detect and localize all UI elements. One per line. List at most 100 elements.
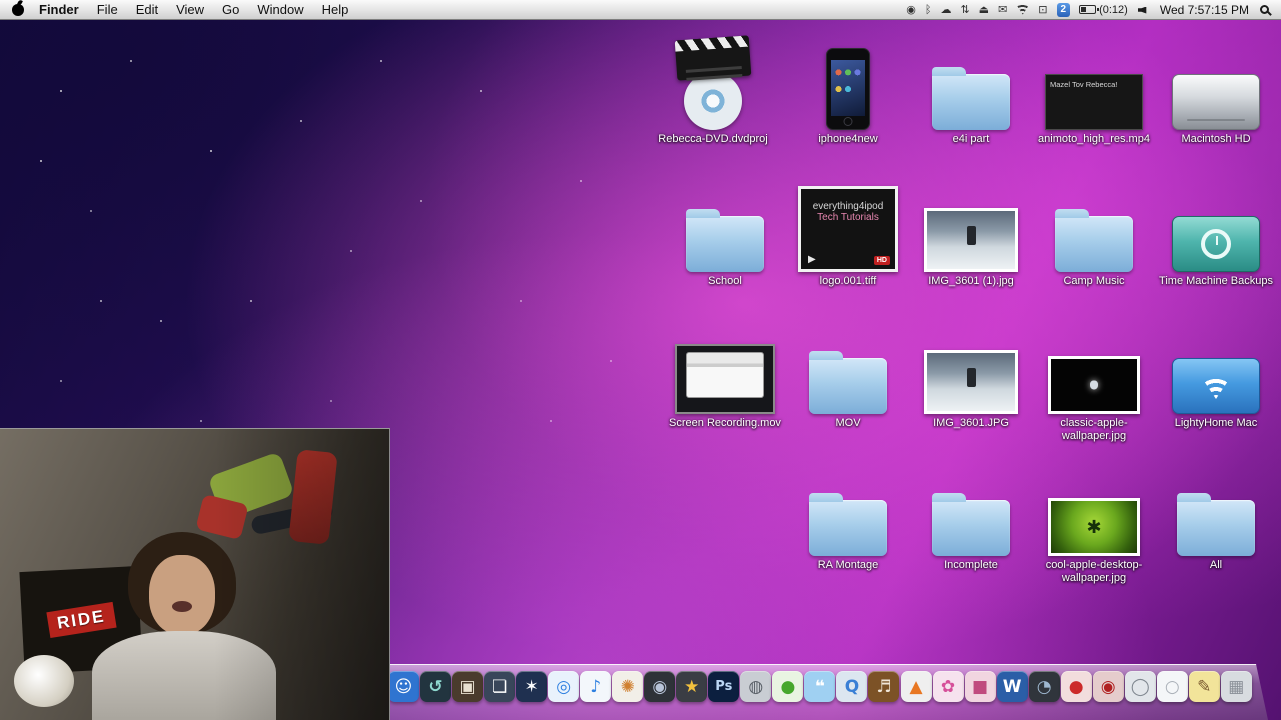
dock-imovie-icon[interactable]: ★ <box>676 671 707 702</box>
dock-notepad-icon[interactable]: ✎ <box>1189 671 1220 702</box>
desktop-icon-all[interactable]: All <box>1156 456 1276 572</box>
desktop-icon-animoto-mp4[interactable]: Mazel Tov Rebecca! animoto_high_res.mp4 <box>1034 30 1154 146</box>
volume-icon[interactable] <box>1137 4 1149 16</box>
dock-limewire-icon[interactable]: ● <box>772 671 803 702</box>
menu-window[interactable]: Window <box>248 2 312 17</box>
status-icon-list: ◉ ᛒ ☁ ⇅ ⏏ ✉ ⊡ <box>906 0 1047 20</box>
dock-icon-list: ☺↺▣❏✶◎♪✺◉★Ps◍●❝Q♬▲✿■W◔●◉◯○✎▦ <box>388 671 1252 702</box>
menu-bar-status-area: ◉ ᛒ ☁ ⇅ ⏏ ✉ ⊡ 2 (0:12) Wed 7:57:15 PM <box>906 0 1273 20</box>
icon-label: IMG_3601.JPG <box>911 417 1031 430</box>
desktop-icon-camp-music[interactable]: Camp Music <box>1034 172 1154 288</box>
dock-time-machine-icon[interactable]: ↺ <box>420 671 451 702</box>
dock-word-icon[interactable]: W <box>997 671 1028 702</box>
folder-icon <box>932 500 1010 556</box>
dock-garageband-icon[interactable]: ♬ <box>868 671 899 702</box>
folder-icon <box>809 500 887 556</box>
video-thumbnail-icon: Mazel Tov Rebecca! <box>1045 74 1143 130</box>
menu-bar: Finder FileEditViewGoWindowHelp ◉ ᛒ ☁ ⇅ ⏏ ✉ ⊡ … <box>0 0 1281 20</box>
desktop-icon-time-machine-backups[interactable]: Time Machine Backups <box>1156 172 1276 288</box>
video-camera-icon[interactable]: ◉ <box>906 0 916 20</box>
dock-star-app-icon[interactable]: ✶ <box>516 671 547 702</box>
apple-menu-icon[interactable] <box>12 4 24 16</box>
dock-red-disc-app-icon[interactable]: ◉ <box>1093 671 1124 702</box>
menu-list: FileEditViewGoWindowHelp <box>88 0 358 20</box>
desktop-icon-classic-apple-wallpaper[interactable]: classic-apple- wallpaper.jpg <box>1034 314 1154 443</box>
menu-file[interactable]: File <box>88 2 127 17</box>
icon-label-line2: wallpaper.jpg <box>1034 572 1154 585</box>
icon-label: classic-apple- wallpaper.jpg <box>1034 417 1154 443</box>
dock-ichat-icon[interactable]: ❝ <box>804 671 835 702</box>
eject-icon[interactable]: ⏏ <box>979 0 989 20</box>
logo-thumbnail-icon: everything4ipod Tech Tutorials ▶ HD <box>798 186 898 272</box>
folder-icon <box>686 216 764 272</box>
folder-icon <box>809 358 887 414</box>
icon-label: MOV <box>788 417 908 430</box>
icon-label: All <box>1156 559 1276 572</box>
dock-preview-icon[interactable]: ❏ <box>484 671 515 702</box>
webcam-shadow <box>0 429 389 720</box>
desktop-icon-logo-tiff[interactable]: everything4ipod Tech Tutorials ▶ HD logo… <box>788 172 908 288</box>
menu-go[interactable]: Go <box>213 2 248 17</box>
cloud-icon[interactable]: ☁ <box>940 0 951 20</box>
icon-label: LightyHome Mac <box>1156 417 1276 430</box>
desktop-icon-cool-apple-wallpaper[interactable]: ✱ cool-apple-desktop- wallpaper.jpg <box>1034 456 1154 585</box>
desktop-icon-img3601-1[interactable]: IMG_3601 (1).jpg <box>911 172 1031 288</box>
dock-white-ball-app-icon[interactable]: ○ <box>1157 671 1188 702</box>
icon-label-line1: cool-apple-desktop- <box>1034 559 1154 572</box>
desktop-icon-incomplete[interactable]: Incomplete <box>911 456 1031 572</box>
status-badge[interactable]: 2 <box>1057 3 1071 17</box>
dock-itunes-icon[interactable]: ♪ <box>580 671 611 702</box>
desktop-icon-iphone4new[interactable]: iphone4new <box>788 30 908 146</box>
iphone-icon <box>826 48 870 130</box>
menu-help[interactable]: Help <box>313 2 358 17</box>
photo-thumbnail-icon <box>924 350 1018 414</box>
icon-label: iphone4new <box>788 133 908 146</box>
bluetooth-icon[interactable]: ᛒ <box>925 0 932 20</box>
folder-icon <box>1055 216 1133 272</box>
dock-color-wheel-icon[interactable]: ✺ <box>612 671 643 702</box>
desktop-icon-school[interactable]: School <box>665 172 785 288</box>
battery-time: (0:12) <box>1099 4 1128 16</box>
gear-icon: ✱ <box>1086 517 1101 538</box>
desktop-icon-screen-recording[interactable]: Screen Recording.mov <box>665 314 785 430</box>
menu-view[interactable]: View <box>167 2 213 17</box>
dock-idvd-icon[interactable]: ◉ <box>644 671 675 702</box>
dock-gray-sphere-app-icon[interactable]: ◯ <box>1125 671 1156 702</box>
menu-edit[interactable]: Edit <box>127 2 167 17</box>
icon-label: School <box>665 275 785 288</box>
battery-menu[interactable]: (0:12) <box>1079 4 1128 16</box>
wifi-icon[interactable] <box>1016 5 1029 15</box>
dock-pink-box-app-icon[interactable]: ■ <box>965 671 996 702</box>
time-machine-drive-icon <box>1172 216 1260 272</box>
hd-badge: HD <box>874 256 890 265</box>
desktop-icon-e4i-part[interactable]: e4i part <box>911 30 1031 146</box>
menu-app-name[interactable]: Finder <box>30 0 88 20</box>
dock-photoshop-icon[interactable]: Ps <box>708 671 739 702</box>
sync-arrows-icon[interactable]: ⇅ <box>960 0 969 20</box>
message-icon[interactable]: ✉ <box>998 0 1007 20</box>
dock-dvd-player-icon[interactable]: ◍ <box>740 671 771 702</box>
desktop-icon-ra-montage[interactable]: RA Montage <box>788 456 908 572</box>
display-icon[interactable]: ⊡ <box>1038 0 1047 20</box>
desktop-icon-rebecca-dvd[interactable]: Rebecca-DVD.dvdproj <box>653 30 773 146</box>
dock-safari-icon[interactable]: ◎ <box>548 671 579 702</box>
dock-toast-icon[interactable]: ● <box>1061 671 1092 702</box>
icon-label: animoto_high_res.mp4 <box>1034 133 1154 146</box>
desktop-icon-lightyhome-mac[interactable]: LightyHome Mac <box>1156 314 1276 430</box>
desktop-icon-mov[interactable]: MOV <box>788 314 908 430</box>
spotlight-icon[interactable] <box>1260 5 1269 14</box>
airport-drive-icon <box>1172 358 1260 414</box>
clock-icon <box>1201 229 1231 259</box>
desktop-icon-macintosh-hd[interactable]: Macintosh HD <box>1156 30 1276 146</box>
dock-flower-app-icon[interactable]: ✿ <box>933 671 964 702</box>
dock-cone-app-icon[interactable]: ▲ <box>901 671 932 702</box>
icon-label: Macintosh HD <box>1156 133 1276 146</box>
menu-bar-clock[interactable]: Wed 7:57:15 PM <box>1158 3 1251 17</box>
dock-photo-booth-icon[interactable]: ▣ <box>452 671 483 702</box>
iphone-home-button <box>844 117 853 126</box>
desktop-icon-img3601[interactable]: IMG_3601.JPG <box>911 314 1031 430</box>
dock-dashboard-icon[interactable]: ◔ <box>1029 671 1060 702</box>
dock-trash-icon[interactable]: ▦ <box>1221 671 1252 702</box>
dock-finder-icon[interactable]: ☺ <box>388 671 419 702</box>
dock-quicktime-icon[interactable]: Q <box>836 671 867 702</box>
